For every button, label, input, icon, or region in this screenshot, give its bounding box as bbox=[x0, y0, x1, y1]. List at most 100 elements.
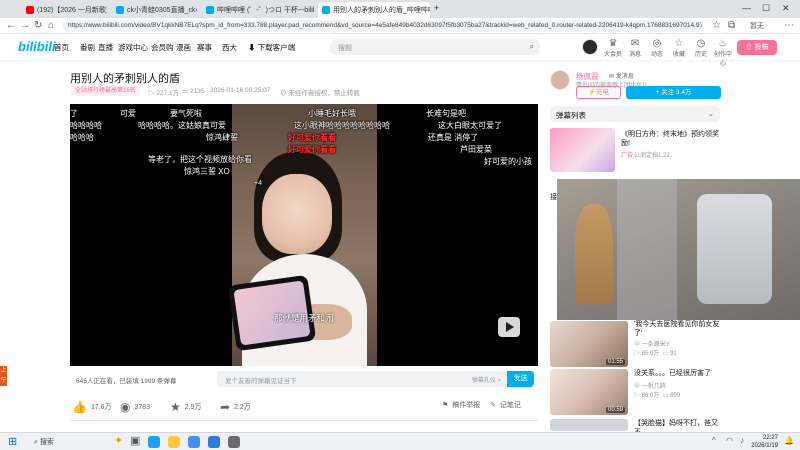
browser-tab[interactable]: ck小青蛙0305直播_ck小青蛙0305 × bbox=[112, 2, 197, 18]
favorite-star-icon[interactable]: ☆ bbox=[712, 20, 721, 31]
follow-button[interactable]: + 关注 3.4万 bbox=[626, 86, 721, 99]
rec-stats: ▷ 65.0万 ▭ 91 bbox=[634, 348, 677, 357]
share-button[interactable]: ➦ 2.2万 bbox=[220, 400, 251, 414]
back-icon[interactable]: ← bbox=[6, 20, 16, 31]
extensions-icon[interactable]: ⧉ bbox=[728, 20, 735, 31]
widgets-icon[interactable]: ✦ bbox=[114, 434, 123, 447]
taskbar-search[interactable]: ⌕ 搜索 bbox=[34, 437, 54, 447]
volume-icon[interactable]: ♪ bbox=[740, 436, 744, 445]
chevron-down-icon: ⌄ bbox=[707, 109, 714, 118]
rec-duration: 00:59 bbox=[605, 407, 625, 413]
rec-uploader[interactable]: Ⓤ 一帆几鸥 bbox=[634, 381, 666, 390]
nav-live[interactable]: 直播 bbox=[98, 42, 113, 53]
close-window-button[interactable]: ✕ bbox=[782, 3, 790, 14]
header-vip[interactable]: ♛ 大会员 bbox=[602, 38, 624, 58]
video-player[interactable]: 了 可爱 要气死啦 小睡毛好长哦 长难句是吧 哈哈哈哈 哈哈哈哈。这姑娘真可爱 … bbox=[70, 104, 538, 366]
wifi-icon[interactable]: ◠ bbox=[726, 436, 733, 445]
ad-thumbnail[interactable] bbox=[550, 128, 615, 172]
profile-button[interactable]: 暂无 bbox=[750, 21, 764, 31]
nav-xida[interactable]: 西大 bbox=[222, 42, 237, 53]
danmaku-list-label: 弹幕列表 bbox=[556, 111, 586, 120]
user-avatar[interactable] bbox=[582, 39, 598, 55]
danmaku-count-icon: ▭ bbox=[182, 88, 189, 95]
forward-icon[interactable]: → bbox=[20, 20, 30, 31]
rec-uploader[interactable]: Ⓤ 一条路米Y bbox=[634, 339, 670, 348]
battery-icon: ⚡ bbox=[587, 89, 597, 96]
browser-tab[interactable]: 哔哩哔哩 (゜-゜)つロ 干杯~-bilibili × bbox=[202, 2, 314, 18]
header-creator[interactable]: ♨ 创作中心 bbox=[712, 38, 734, 67]
rec-danmaku: 91 bbox=[670, 351, 677, 357]
danmaku-line-highlight: 好可爱你看看 bbox=[288, 133, 336, 142]
file-explorer-icon[interactable] bbox=[168, 436, 180, 448]
notification-icon[interactable]: 🔔 bbox=[784, 436, 794, 445]
send-danmaku-button[interactable]: 发送 bbox=[507, 371, 534, 387]
task-view-icon[interactable]: ▣ bbox=[130, 434, 140, 447]
header-dynamic[interactable]: ◎ 动态 bbox=[646, 38, 668, 58]
header-history[interactable]: ◷ 历史 bbox=[690, 38, 712, 58]
rec-title[interactable]: '我今天去医院看见你前女友了' bbox=[634, 320, 724, 338]
favorite-button[interactable]: ★ 2.9万 bbox=[170, 400, 202, 414]
home-icon[interactable]: ⌂ bbox=[48, 20, 54, 31]
ad-tag: 广告 bbox=[621, 153, 634, 159]
rec-thumbnail[interactable]: 01:55 bbox=[550, 321, 628, 367]
uploader-avatar[interactable] bbox=[550, 70, 570, 90]
header-messages[interactable]: ✉ 消息 bbox=[624, 38, 646, 58]
nav-anime[interactable]: 番剧 bbox=[80, 42, 95, 53]
charge-button[interactable]: ⚡充电 bbox=[576, 86, 621, 99]
ad-title[interactable]: 《明日方舟：终末地》预约领奖励! bbox=[621, 130, 721, 148]
bilibili-logo[interactable]: bilibili bbox=[18, 39, 56, 54]
bilibili-icon bbox=[116, 6, 124, 14]
notes-button[interactable]: ✎ 记笔记 bbox=[490, 400, 521, 410]
rec-thumbnail[interactable]: 00:59 bbox=[550, 369, 628, 415]
maximize-button[interactable]: ☐ bbox=[762, 3, 770, 14]
new-tab-button[interactable]: + bbox=[434, 3, 439, 13]
taskbar-clock[interactable]: 22:27 2026/1/19 bbox=[751, 434, 778, 450]
coin-button[interactable]: ◉ 3783 bbox=[120, 400, 150, 414]
browser-tab-active[interactable]: 用别人的矛刺别人的盾_哔哩哔哩_bilibili × bbox=[318, 2, 430, 18]
publish-date: 2026-01-16 09:25:07 bbox=[210, 87, 271, 94]
nav-esports[interactable]: 赛事 bbox=[197, 42, 212, 53]
autoplay-next-label: 接 bbox=[550, 194, 557, 201]
app-icon[interactable] bbox=[228, 436, 240, 448]
header-favorites[interactable]: ☆ 收藏 bbox=[668, 38, 690, 58]
notes-icon: ✎ bbox=[490, 402, 496, 409]
start-icon[interactable]: ⊞ bbox=[8, 435, 17, 448]
danmaku-etiquette-link[interactable]: 弹幕礼仪 > bbox=[472, 375, 501, 384]
danmaku-input[interactable]: 发个友善的弹幕见证当下 弹幕礼仪 > bbox=[217, 371, 507, 387]
player-logo-icon[interactable] bbox=[498, 317, 520, 337]
danmaku-line: +4 bbox=[254, 180, 262, 187]
danmaku-icon: ▭ bbox=[662, 351, 669, 357]
video-subtitle: 那就是用矛和闹 bbox=[274, 313, 334, 323]
report-button[interactable]: ⚑ 稿件举报 bbox=[442, 400, 480, 410]
webcam-overlay[interactable] bbox=[557, 179, 800, 320]
rank-badge[interactable]: 全站排行榜最高第16名 bbox=[71, 86, 140, 96]
history-icon: ◷ bbox=[696, 38, 706, 49]
browser-tab[interactable]: (192)【2026 一月新歌】2026 × bbox=[22, 2, 107, 18]
nav-manga[interactable]: 漫画 bbox=[176, 42, 191, 53]
danmaku-line: 惊鸿三誓 XO bbox=[184, 167, 230, 176]
header-icon-label: 动态 bbox=[650, 52, 663, 58]
url-field[interactable]: https://www.bilibili.com/video/BV1qkkNB7… bbox=[62, 20, 702, 32]
thumbs-up-icon: 👍 bbox=[72, 400, 87, 414]
edge-icon[interactable] bbox=[148, 436, 160, 448]
search-input[interactable]: 搜题 ⌕ bbox=[330, 39, 540, 55]
menu-icon[interactable]: ⋯ bbox=[784, 20, 794, 31]
ad-meta: 公测定档1.22 bbox=[634, 153, 670, 159]
send-message-link[interactable]: ✉ 发消息 bbox=[609, 71, 634, 80]
tray-chevron-icon[interactable]: ^ bbox=[712, 436, 716, 445]
nav-home[interactable]: 首页 bbox=[54, 42, 69, 53]
chrome-icon[interactable] bbox=[188, 436, 200, 448]
nav-game-center[interactable]: 游戏中心 bbox=[118, 42, 148, 53]
nav-mall[interactable]: 会员购 bbox=[151, 42, 174, 53]
reload-icon[interactable]: ↻ bbox=[34, 20, 42, 31]
star-icon: ★ bbox=[170, 400, 181, 414]
upload-button[interactable]: ⇧ 投稿 bbox=[737, 40, 777, 55]
minimize-button[interactable]: — bbox=[742, 3, 751, 13]
rec-title[interactable]: 没关系。。。已经很厉害了 bbox=[634, 369, 724, 378]
app-icon[interactable] bbox=[208, 436, 220, 448]
nav-download-client[interactable]: ⬇ 下载客户端 bbox=[248, 42, 295, 53]
rec-thumbnail[interactable] bbox=[550, 419, 628, 431]
danmaku-list-toggle[interactable]: 弹幕列表 ⌄ bbox=[550, 106, 720, 122]
search-icon[interactable]: ⌕ bbox=[530, 42, 534, 52]
like-button[interactable]: 👍 17.6万 bbox=[72, 400, 112, 414]
